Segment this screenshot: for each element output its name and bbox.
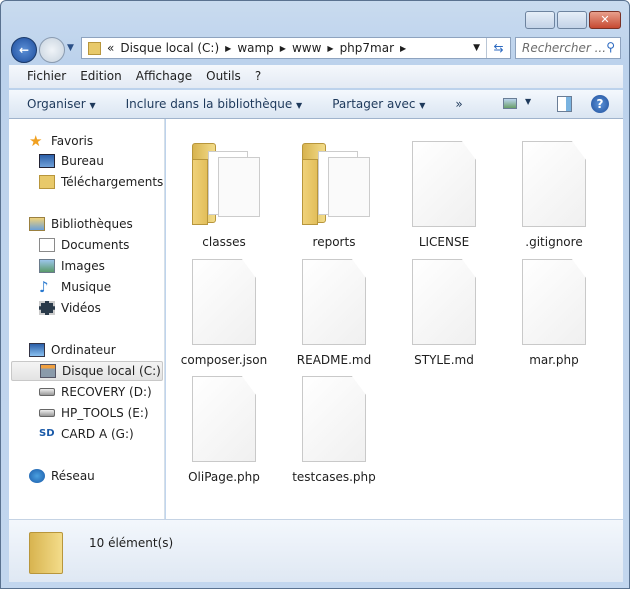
file-name: OliPage.php xyxy=(188,470,260,484)
minimize-button[interactable] xyxy=(525,11,555,29)
desktop-icon xyxy=(39,154,55,168)
nav-item-disque-c[interactable]: Disque local (C:) xyxy=(11,361,163,381)
nav-libraries[interactable]: Bibliothèques xyxy=(29,214,184,234)
nav-label: Ordinateur xyxy=(51,343,116,357)
nav-computer[interactable]: Ordinateur xyxy=(29,340,184,360)
preview-pane-icon[interactable] xyxy=(557,96,572,112)
file-name: testcases.php xyxy=(292,470,376,484)
nav-label: Vidéos xyxy=(61,301,101,315)
images-icon xyxy=(39,259,55,273)
file-icon xyxy=(412,259,476,345)
file-name: LICENSE xyxy=(418,235,470,249)
menu-bar: Fichier Edition Affichage Outils ? xyxy=(9,65,623,88)
organise-label: Organiser xyxy=(27,97,86,111)
search-placeholder: Rechercher ... xyxy=(522,41,607,55)
address-bar[interactable]: « Disque local (C:) ▶ wamp ▶ www ▶ php7mar ▶… xyxy=(81,37,511,59)
documents-icon xyxy=(39,238,55,252)
search-icon: ⚲ xyxy=(606,40,615,54)
file-icon xyxy=(192,376,256,462)
folder-icon xyxy=(29,532,63,574)
include-library-button[interactable]: Inclure dans la bibliothèque ▼ xyxy=(126,97,303,111)
drive-icon xyxy=(39,388,55,396)
file-name: README.md xyxy=(296,353,372,367)
file-icon xyxy=(192,259,256,345)
breadcrumb-www[interactable]: www xyxy=(292,41,321,55)
breadcrumb-overflow[interactable]: « xyxy=(107,41,114,55)
forward-button[interactable] xyxy=(39,37,65,63)
sd-card-icon: SD xyxy=(39,428,55,439)
nav-label: HP_TOOLS (E:) xyxy=(61,406,149,420)
file-name: composer.json xyxy=(180,353,268,367)
nav-network[interactable]: Réseau xyxy=(29,466,184,486)
downloads-icon xyxy=(39,175,55,189)
file-icon xyxy=(522,259,586,345)
music-icon: ♪ xyxy=(39,278,49,296)
menu-outils[interactable]: Outils xyxy=(206,69,241,84)
menu-affichage[interactable]: Affichage xyxy=(136,69,192,84)
chevron-right-icon[interactable]: ▶ xyxy=(225,44,231,53)
close-button[interactable]: ✕ xyxy=(589,11,621,29)
folder-icon xyxy=(88,41,101,55)
nav-label: Bibliothèques xyxy=(51,217,133,231)
navigation-pane: ★ Favoris Bureau Téléchargements Biblioth… xyxy=(9,119,165,519)
nav-label: Bureau xyxy=(61,154,104,168)
nav-label: Musique xyxy=(61,280,112,294)
nav-label: Disque local (C:) xyxy=(62,364,161,378)
menu-help[interactable]: ? xyxy=(255,69,261,84)
nav-favorites[interactable]: ★ Favoris xyxy=(29,131,184,151)
file-list: classes reports LICENSE .gitignore composer.… xyxy=(166,119,623,519)
nav-label: Favoris xyxy=(51,134,94,148)
share-label: Partager avec xyxy=(332,97,416,111)
address-dropdown-icon[interactable]: ▼ xyxy=(473,43,480,53)
nav-label: CARD A (G:) xyxy=(61,427,134,441)
nav-label: Téléchargements xyxy=(61,175,164,189)
computer-icon xyxy=(29,343,45,357)
file-name: reports xyxy=(312,235,356,249)
network-icon xyxy=(29,469,45,483)
view-dropdown-icon[interactable]: ▼ xyxy=(525,97,531,106)
folder-icon xyxy=(184,139,264,229)
search-input[interactable]: Rechercher ... ⚲ xyxy=(515,37,621,59)
file-icon xyxy=(522,141,586,227)
folder-icon xyxy=(294,139,374,229)
file-name: STYLE.md xyxy=(414,353,474,367)
recent-pages-dropdown[interactable]: ▼ xyxy=(67,43,74,53)
breadcrumb-disque[interactable]: Disque local (C:) xyxy=(120,41,219,55)
more-commands-button[interactable]: » xyxy=(455,97,462,111)
view-options-icon[interactable] xyxy=(503,98,517,109)
refresh-icon[interactable]: ⇆ xyxy=(486,38,510,58)
star-icon: ★ xyxy=(29,132,43,150)
libraries-icon xyxy=(29,217,45,231)
file-icon xyxy=(302,259,366,345)
back-button[interactable]: ← xyxy=(11,37,37,63)
breadcrumb-php7mar[interactable]: php7mar xyxy=(340,41,394,55)
chevron-right-icon[interactable]: ▶ xyxy=(280,44,286,53)
maximize-button[interactable] xyxy=(557,11,587,29)
file-name: classes xyxy=(202,235,246,249)
organise-button[interactable]: Organiser ▼ xyxy=(27,97,96,111)
breadcrumb-wamp[interactable]: wamp xyxy=(237,41,273,55)
share-button[interactable]: Partager avec ▼ xyxy=(332,97,425,111)
include-label: Inclure dans la bibliothèque xyxy=(125,97,293,111)
file-icon xyxy=(302,376,366,462)
drive-icon xyxy=(39,409,55,417)
nav-label: Documents xyxy=(61,238,130,252)
nav-label: RECOVERY (D:) xyxy=(61,385,152,399)
chevron-right-icon[interactable]: ▶ xyxy=(400,44,406,53)
videos-icon xyxy=(39,301,55,315)
menu-fichier[interactable]: Fichier xyxy=(27,69,66,84)
nav-label: Images xyxy=(61,259,105,273)
command-bar: Organiser ▼ Inclure dans la bibliothèque… xyxy=(9,90,623,119)
explorer-window: ✕ ← ▼ « Disque local (C:) ▶ wamp ▶ www ▶ ph… xyxy=(0,0,630,589)
file-name: .gitignore xyxy=(525,235,583,249)
menu-edition[interactable]: Edition xyxy=(80,69,122,84)
file-name: mar.php xyxy=(529,353,579,367)
nav-label: Réseau xyxy=(51,469,95,483)
system-drive-icon xyxy=(40,364,56,378)
chevron-right-icon[interactable]: ▶ xyxy=(327,44,333,53)
help-icon[interactable]: ? xyxy=(591,95,609,113)
file-icon xyxy=(412,141,476,227)
details-pane: 10 élément(s) xyxy=(9,519,623,582)
item-count: 10 élément(s) xyxy=(89,536,174,550)
